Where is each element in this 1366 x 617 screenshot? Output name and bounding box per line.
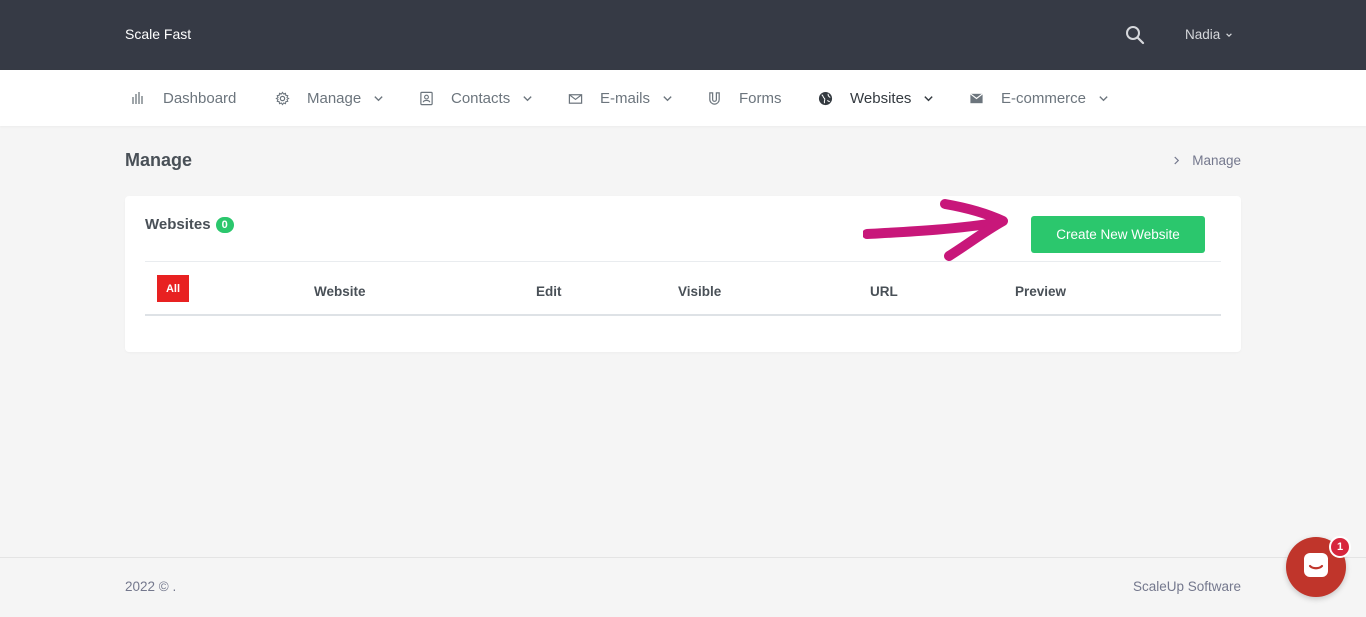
column-header-edit[interactable]: Edit — [536, 284, 562, 299]
nav-contacts[interactable]: Contacts — [418, 70, 533, 126]
nav-label: Forms — [739, 89, 782, 107]
breadcrumb: Manage — [1173, 153, 1241, 168]
annotation-arrow — [863, 199, 1008, 261]
column-header-website[interactable]: Website — [314, 284, 366, 299]
footer: 2022 © . ScaleUp Software — [0, 557, 1366, 617]
count-badge: 0 — [215, 216, 234, 233]
search-icon[interactable] — [1125, 25, 1145, 45]
nav-emails[interactable]: E-mails — [567, 70, 673, 126]
chevron-down-icon — [522, 93, 533, 104]
copyright: 2022 © . — [125, 579, 177, 594]
card-title-text: Websites — [145, 216, 211, 233]
nav-forms[interactable]: Forms — [706, 70, 782, 126]
chevron-down-icon — [1098, 93, 1109, 104]
nav-label: Contacts — [451, 89, 511, 107]
column-header-url[interactable]: URL — [870, 284, 898, 299]
contact-card-icon — [418, 90, 434, 106]
chevron-down-icon — [1225, 27, 1233, 42]
footer-company: ScaleUp Software — [1132, 579, 1241, 594]
mail-box-icon — [968, 90, 984, 106]
nav-websites[interactable]: Websites — [817, 70, 934, 126]
chat-icon — [1302, 551, 1330, 584]
create-new-website-button[interactable]: Create New Website — [1031, 216, 1205, 253]
envelope-icon — [567, 90, 583, 106]
websites-card: Websites 0 Create New Website All Websit… — [125, 196, 1241, 352]
nav-label: Dashboard — [163, 89, 237, 107]
top-bar: Scale Fast Nadia — [0, 0, 1366, 70]
chevron-down-icon — [662, 93, 673, 104]
user-menu[interactable]: Nadia — [1185, 27, 1233, 42]
brand-name[interactable]: Scale Fast — [125, 26, 191, 42]
chevron-right-icon — [1173, 153, 1180, 168]
column-header-preview[interactable]: Preview — [1015, 284, 1066, 299]
main-nav: Dashboard Manage Contacts E-mails Forms … — [0, 70, 1366, 126]
websites-table: All Website Edit Visible URL Preview — [145, 261, 1221, 316]
page-title: Manage — [125, 150, 193, 170]
chevron-down-icon — [923, 93, 934, 104]
breadcrumb-item[interactable]: Manage — [1192, 153, 1241, 168]
nav-dashboard[interactable]: Dashboard — [130, 70, 236, 126]
nav-label: E-commerce — [1001, 89, 1087, 107]
nav-manage[interactable]: Manage — [274, 70, 384, 126]
chat-notification-badge: 1 — [1329, 536, 1351, 558]
nav-label: E-mails — [600, 89, 651, 107]
user-name: Nadia — [1185, 27, 1221, 42]
magnet-icon — [706, 90, 722, 106]
globe-icon — [817, 90, 833, 106]
gear-icon — [274, 90, 290, 106]
nav-ecommerce[interactable]: E-commerce — [968, 70, 1109, 126]
nav-label: Websites — [850, 89, 912, 107]
bar-chart-icon — [130, 90, 146, 106]
column-header-visible[interactable]: Visible — [678, 284, 721, 299]
filter-all-button[interactable]: All — [157, 275, 189, 302]
chevron-down-icon — [373, 93, 384, 104]
card-title: Websites 0 — [145, 216, 234, 233]
nav-label: Manage — [307, 89, 362, 107]
